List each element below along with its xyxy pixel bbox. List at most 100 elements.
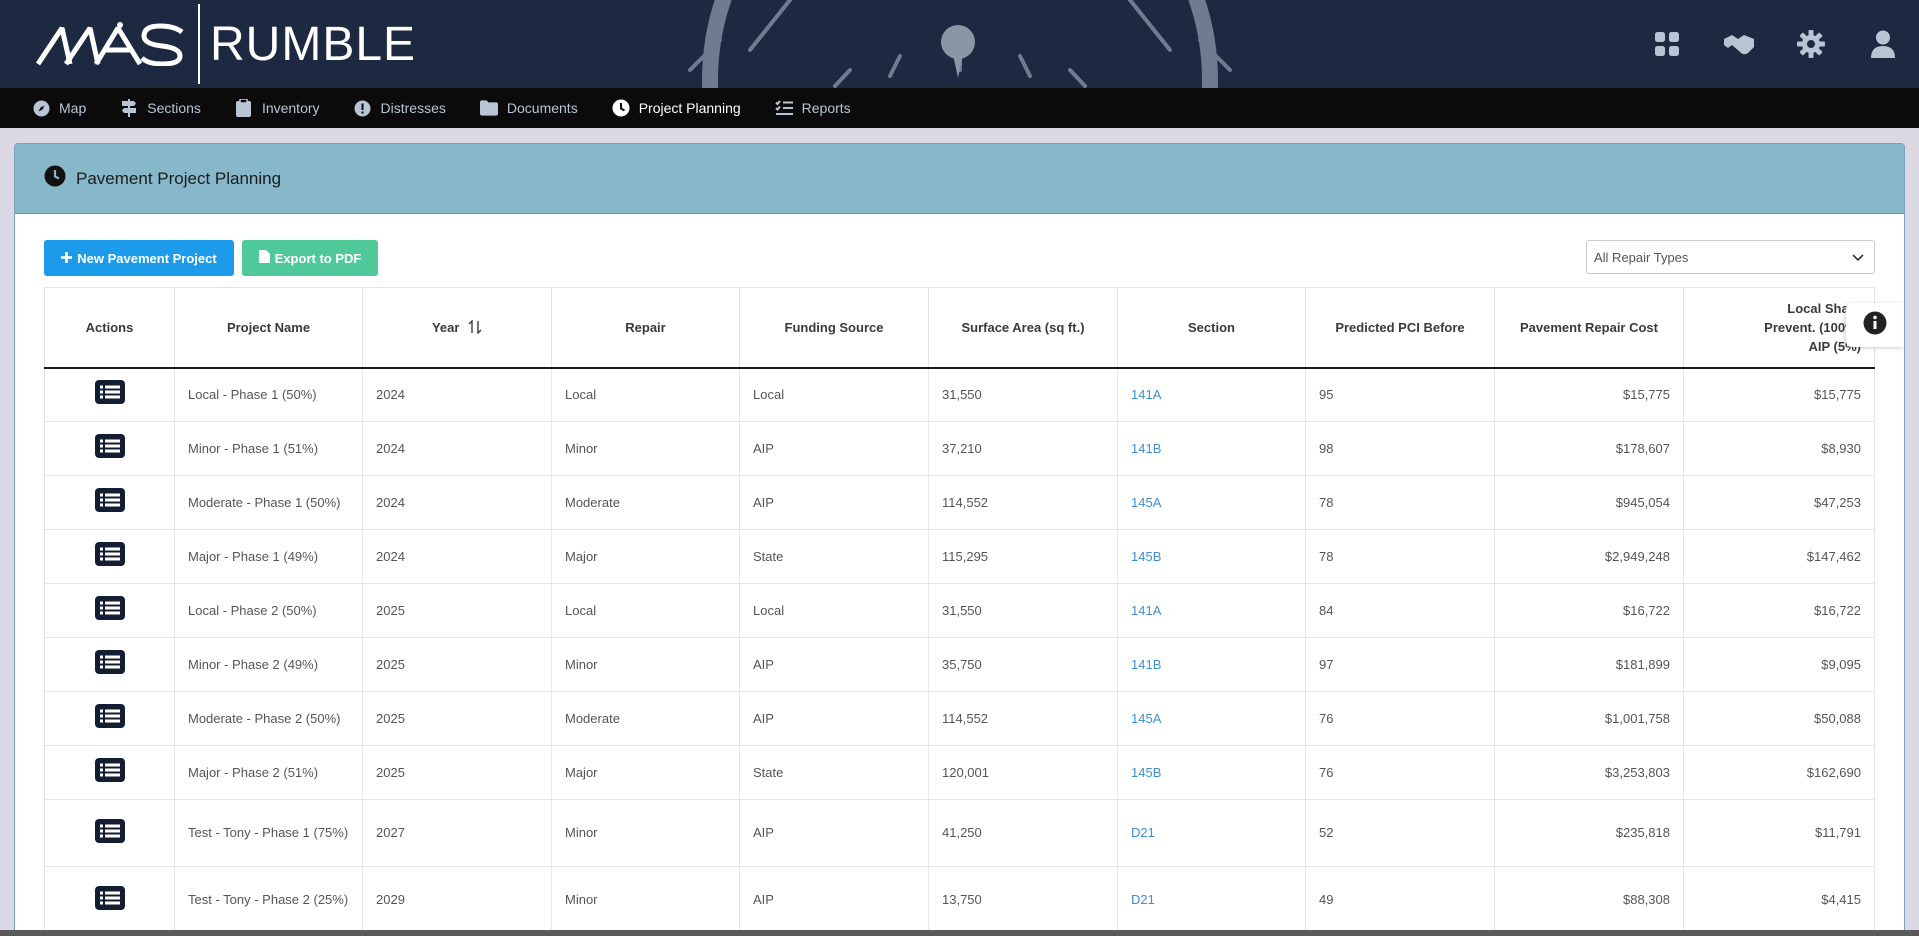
section-cell: 141B [1117, 637, 1306, 692]
area-cell: 31,550 [928, 583, 1118, 638]
plus-icon [61, 251, 73, 266]
local-share-cell: $47,253 [1683, 475, 1875, 530]
cost-cell: $3,253,803 [1494, 745, 1684, 800]
nav-label: Project Planning [638, 100, 741, 116]
funding-cell: State [739, 745, 929, 800]
col-year[interactable]: Year [362, 287, 552, 369]
clock-icon [612, 99, 630, 117]
table-row: Moderate - Phase 2 (50%) 2025 Moderate AIP 1… [44, 691, 1875, 746]
table-row: Minor - Phase 1 (51%) 2024 Minor AIP 37,210 1… [44, 421, 1875, 476]
cost-cell: $2,949,248 [1494, 529, 1684, 584]
section-link[interactable]: 141A [1131, 387, 1161, 402]
export-button-label: Export to PDF [274, 250, 362, 266]
section-link[interactable]: 145A [1131, 495, 1161, 510]
section-link[interactable]: 145B [1131, 765, 1161, 780]
nav-item-inventory[interactable]: Inventory [235, 99, 320, 117]
section-cell: 145A [1117, 475, 1306, 530]
project-name-cell: Moderate - Phase 1 (50%) [174, 475, 363, 530]
pci-cell: 78 [1305, 529, 1495, 584]
section-link[interactable]: D21 [1131, 825, 1155, 840]
area-cell: 35,750 [928, 637, 1118, 692]
user-icon[interactable] [1865, 26, 1901, 62]
sort-icon[interactable] [463, 319, 482, 335]
page-title: Pavement Project Planning [76, 168, 282, 188]
table-row: Major - Phase 2 (51%) 2025 Major State 120,0… [44, 745, 1875, 800]
row-actions-list-icon[interactable] [94, 488, 125, 512]
year-cell: 2024 [362, 529, 552, 584]
row-actions-list-icon[interactable] [94, 704, 125, 728]
toolbar: New Pavement Project Export to PDF All R… [44, 240, 1875, 276]
actions-cell [44, 421, 175, 476]
local-share-cell: $8,930 [1683, 421, 1875, 476]
nav-label: Map [59, 100, 87, 116]
nav-item-distresses[interactable]: Distresses [354, 99, 446, 117]
local-share-cell: $147,462 [1683, 529, 1875, 584]
repair-cell: Major [551, 529, 740, 584]
row-actions-list-icon[interactable] [94, 885, 125, 910]
section-link[interactable]: 141B [1131, 657, 1161, 672]
cost-cell: $945,054 [1494, 475, 1684, 530]
year-cell: 2025 [362, 745, 552, 800]
area-cell: 114,552 [928, 691, 1118, 746]
nav-item-sections[interactable]: Sections [120, 99, 201, 117]
section-link[interactable]: 145B [1131, 549, 1161, 564]
nav-label: Inventory [261, 100, 320, 116]
funding-cell: AIP [739, 866, 929, 934]
repair-cell: Local [551, 583, 740, 638]
table-row: Test - Tony - Phase 2 (25%) 2029 Minor AIP 1… [44, 866, 1875, 934]
row-actions-list-icon[interactable] [94, 542, 125, 566]
section-link[interactable]: D21 [1131, 892, 1155, 907]
repair-cell: Minor [551, 637, 740, 692]
apps-grid-icon[interactable] [1649, 26, 1685, 62]
year-cell: 2024 [362, 367, 552, 422]
table-row: Local - Phase 1 (50%) 2024 Local Local 31,55… [44, 367, 1875, 422]
info-button[interactable] [1846, 303, 1904, 347]
signpost-icon [120, 99, 138, 117]
repair-cell: Local [551, 367, 740, 422]
new-pavement-project-button[interactable]: New Pavement Project [44, 240, 234, 276]
col-local-share-line: AIP (5%) [1808, 338, 1862, 354]
project-name-cell: Minor - Phase 1 (51%) [174, 421, 363, 476]
cost-cell: $178,607 [1494, 421, 1684, 476]
section-link[interactable]: 141A [1131, 603, 1161, 618]
funding-cell: AIP [739, 475, 929, 530]
nav-item-documents[interactable]: Documents [479, 99, 578, 117]
section-link[interactable]: 145A [1131, 711, 1161, 726]
section-cell: 145B [1117, 529, 1306, 584]
row-actions-list-icon[interactable] [94, 818, 125, 843]
repair-cell: Moderate [551, 691, 740, 746]
project-name-cell: Moderate - Phase 2 (50%) [174, 691, 363, 746]
local-share-cell: $11,791 [1683, 799, 1875, 867]
project-name-cell: Minor - Phase 2 (49%) [174, 637, 363, 692]
export-pdf-button[interactable]: Export to PDF [242, 240, 378, 276]
funding-cell: AIP [739, 421, 929, 476]
gear-icon[interactable] [1793, 26, 1829, 62]
nav-item-project-planning[interactable]: Project Planning [612, 99, 741, 117]
row-actions-list-icon[interactable] [94, 434, 125, 458]
app-logo[interactable]: RUMBLE [36, 0, 416, 88]
col-section: Section [1117, 287, 1306, 369]
row-actions-list-icon[interactable] [94, 758, 125, 782]
cost-cell: $235,818 [1494, 799, 1684, 867]
cost-cell: $88,308 [1494, 866, 1684, 934]
handshake-icon[interactable] [1721, 26, 1757, 62]
nav-item-reports[interactable]: Reports [774, 99, 851, 117]
nav-item-map[interactable]: Map [32, 99, 86, 117]
clock-icon [44, 165, 66, 192]
section-link[interactable]: 141B [1131, 441, 1161, 456]
area-cell: 115,295 [928, 529, 1118, 584]
row-actions-list-icon[interactable] [94, 650, 125, 674]
row-actions-list-icon[interactable] [94, 380, 125, 405]
local-share-cell: $15,775 [1683, 367, 1875, 422]
repair-type-value: All Repair Types [1594, 249, 1689, 265]
section-cell: 141A [1117, 367, 1306, 422]
repair-type-select[interactable]: All Repair Types [1586, 240, 1875, 274]
nav-label: Documents [506, 100, 578, 116]
funding-cell: AIP [739, 637, 929, 692]
compass-icon [32, 99, 50, 117]
pci-cell: 84 [1305, 583, 1495, 638]
row-actions-list-icon[interactable] [94, 596, 125, 620]
pci-cell: 76 [1305, 745, 1495, 800]
pci-cell: 95 [1305, 367, 1495, 422]
pci-cell: 52 [1305, 799, 1495, 867]
